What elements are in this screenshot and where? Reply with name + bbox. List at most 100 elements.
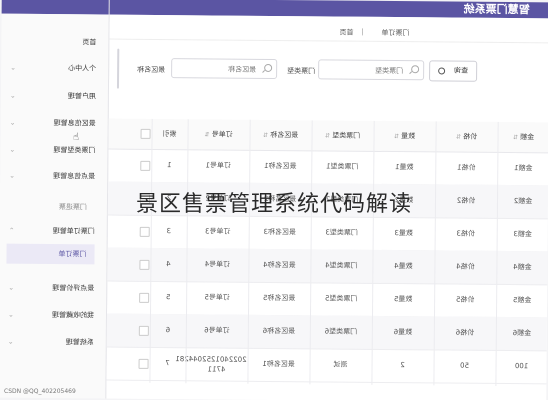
- sidebar-item-system[interactable]: 系统管理 ⌄: [6, 332, 98, 353]
- table-cell-amount: 金额5: [512, 296, 532, 305]
- table-cell-scenic: 景区名称1: [264, 161, 297, 171]
- search-icon: [411, 65, 420, 74]
- row-checkbox[interactable]: [140, 160, 151, 171]
- chevron-down-icon: ⌄: [10, 63, 17, 72]
- table-cell-qty: 2: [400, 361, 405, 370]
- sidebar-item-label: 门票类型管理: [53, 146, 96, 155]
- row-checkbox[interactable]: [139, 292, 150, 303]
- table-cell-amount: 金额1: [514, 164, 533, 173]
- breadcrumb-current: 门票订单: [381, 28, 410, 38]
- row-checkbox[interactable]: [138, 358, 149, 369]
- table-cell-type: 门票类型6: [324, 327, 358, 336]
- table-cell-price: 价格4: [456, 262, 475, 271]
- table-cell-scenic: 景区名称3: [263, 227, 296, 237]
- table-cell-qty: 数量1: [395, 163, 414, 172]
- table-cell-price: 价格1: [457, 163, 476, 172]
- table-cell-index: 6: [165, 326, 171, 335]
- scenic-name-input[interactable]: [171, 58, 278, 80]
- search-button-label: 查询: [454, 66, 469, 75]
- chevron-down-icon: ⌄: [9, 171, 16, 180]
- sidebar-item-label: 我的收藏管理: [51, 311, 95, 320]
- scrollbar[interactable]: [116, 48, 120, 89]
- sidebar-item-label: 个人中心: [68, 64, 97, 73]
- table-cell-scenic: 景区名称6: [262, 326, 296, 336]
- table-cell-scenic: 景区名称1: [262, 359, 295, 369]
- sidebar-item-label: 系统管理: [65, 338, 94, 347]
- row-checkbox[interactable]: [139, 226, 150, 237]
- sort-icon: ⇅: [204, 131, 210, 139]
- search-icon: [264, 63, 273, 72]
- sidebar-item-favorites[interactable]: 我的收藏管理 ⌄: [6, 305, 98, 326]
- table-cell-order: 订单号6: [204, 326, 230, 335]
- chevron-down-icon: ⌄: [7, 310, 14, 319]
- table-row[interactable]: 4 订单号4 景区名称4 门票类型4 数量4 价格4 金额4: [107, 247, 548, 286]
- chevron-down-icon: ⌄: [9, 118, 16, 127]
- column-header[interactable]: 金额 ⇅: [498, 122, 548, 152]
- table-cell-type: 门票类型4: [325, 261, 358, 270]
- sort-icon: ⇅: [262, 131, 268, 139]
- sidebar-item-ticket-type[interactable]: 门票类型管理 ⌄: [7, 140, 99, 161]
- search-button[interactable]: 查询: [429, 60, 478, 82]
- table-cell-type: 门票类型5: [324, 294, 358, 303]
- chevron-down-icon: ⌄: [9, 145, 16, 154]
- sidebar-item-users[interactable]: 用户管理 ⌄: [8, 86, 100, 107]
- column-header[interactable]: 门票类型 ⇅: [312, 120, 372, 151]
- chevron-down-icon: ⌄: [7, 337, 14, 346]
- column-header-label: 门票类型: [332, 131, 361, 140]
- chevron-down-icon: ⌄: [8, 283, 15, 292]
- breadcrumb-home[interactable]: 首页: [339, 28, 353, 38]
- sort-icon: ⇅: [324, 132, 330, 140]
- table-cell-type: 门票类型3: [325, 228, 358, 237]
- sidebar-item-reviews[interactable]: 景点评价管理 ⌄: [6, 278, 98, 299]
- table-cell-amount: 100: [514, 362, 529, 371]
- row-checkbox[interactable]: [139, 259, 150, 270]
- table-cell-index: 1: [167, 161, 172, 170]
- chevron-up-icon: ⌃: [8, 226, 15, 235]
- sidebar-item-scenic-info[interactable]: 景区信息管理 ⌄: [8, 113, 100, 134]
- table-cell-type: 测试: [333, 360, 348, 369]
- column-header[interactable]: 价格 ⇅: [436, 121, 496, 152]
- sort-icon: ⇅: [512, 134, 518, 142]
- table-row[interactable]: 7 2022401252044281 4711 景区名称1 测试 2 50 100: [106, 346, 547, 385]
- table-row[interactable]: 1 订单号1 景区名称1 门票类型1 数量1 价格1 金额1: [108, 148, 548, 187]
- column-header[interactable]: 景区名称 ⇅: [250, 120, 310, 151]
- table-cell-qty: 数量5: [393, 295, 413, 304]
- column-header-label: 数量: [401, 132, 416, 141]
- table-cell-order: 订单号1: [205, 161, 232, 170]
- column-header-label: 景区名称: [270, 130, 299, 140]
- table-cell-index: 4: [166, 260, 171, 269]
- scenic-name-label: 景区名称: [137, 65, 166, 75]
- table-cell-amount: 金额3: [513, 230, 532, 239]
- sidebar-item-label: 门票订单: [58, 250, 87, 259]
- sidebar-item-label: 首页: [82, 38, 97, 47]
- sidebar-item-label: 景点评价管理: [52, 284, 95, 293]
- table-cell-price: 50: [460, 361, 470, 370]
- ticket-type-field[interactable]: [319, 62, 406, 80]
- screenshot-stage: 智慧门票系统 首页 个人中心 ⌄ 用户管理 ⌄ 景区信息管理 ⌄ 门票类型管理 ⌄ 景点…: [0, 0, 548, 400]
- row-checkbox[interactable]: [138, 325, 149, 336]
- table-row[interactable]: 5 订单号5 景区名称5 门票类型5 数量5 价格5 金额5: [106, 280, 548, 319]
- select-all-checkbox[interactable]: [140, 128, 151, 139]
- table-cell-price: 价格6: [455, 328, 475, 337]
- sidebar-item-home[interactable]: 首页: [8, 32, 100, 53]
- scenic-name-field[interactable]: [172, 61, 259, 78]
- sidebar-item-spot-info[interactable]: 景点信息管理 ⌄: [7, 166, 99, 187]
- system-title: 智慧门票系统: [463, 2, 530, 17]
- sort-icon: ⇅: [455, 133, 461, 141]
- chevron-down-icon: ⌄: [9, 91, 16, 100]
- table-cell-type: 门票类型1: [326, 162, 359, 171]
- sidebar-item-label: 景区信息管理: [53, 119, 96, 128]
- table-row[interactable]: 3 订单号3 景区名称3 门票类型3 数量3 价格3 金额3: [107, 214, 548, 253]
- table-cell-amount: 金额6: [512, 329, 532, 338]
- table-row[interactable]: 6 订单号6 景区名称6 门票类型6 数量6 价格6 金额6: [106, 313, 547, 352]
- table-cell-qty: 数量6: [393, 328, 413, 337]
- table-cell-qty: 数量3: [394, 229, 413, 238]
- ticket-type-input[interactable]: [318, 59, 425, 81]
- sidebar-item-ticket-order[interactable]: 门票订单: [6, 243, 95, 265]
- column-header[interactable]: 订单号 ⇅: [188, 119, 248, 150]
- sidebar-item-label: 用户管理: [67, 92, 96, 101]
- column-header[interactable]: 数量 ⇅: [374, 121, 434, 152]
- sidebar-item-profile[interactable]: 个人中心 ⌄: [8, 58, 100, 79]
- sidebar-item-ticket-orders[interactable]: 门票订单管理 ⌃: [7, 221, 99, 242]
- table-cell-scenic: 景区名称5: [262, 293, 296, 303]
